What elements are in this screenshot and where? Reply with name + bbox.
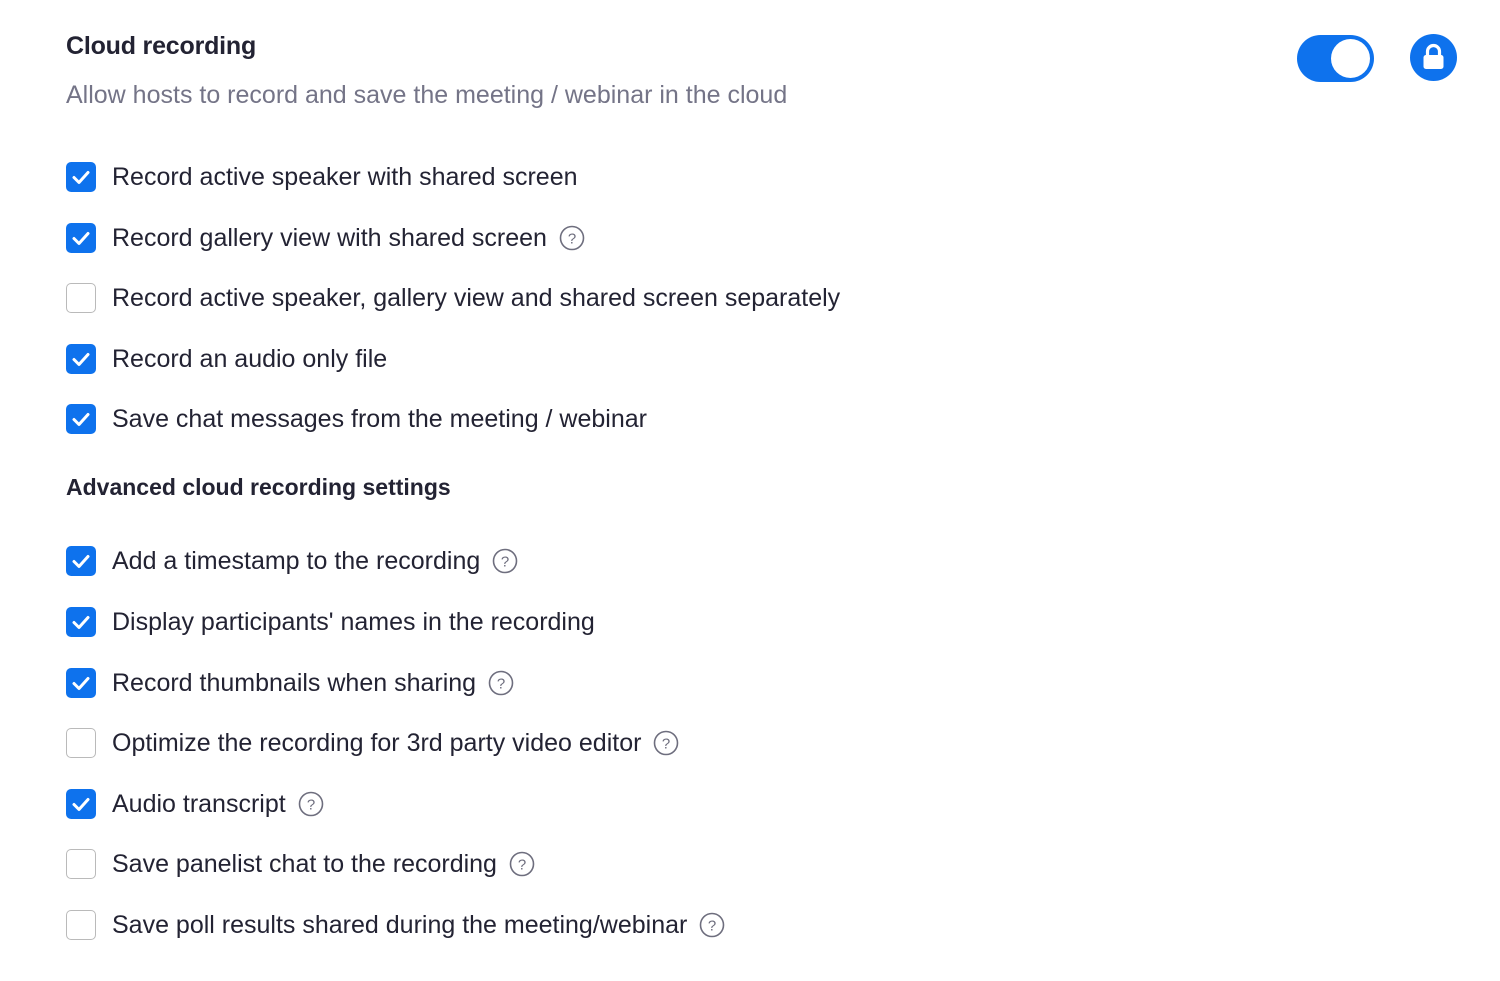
advanced-section-title: Advanced cloud recording settings (66, 474, 451, 500)
option-row[interactable]: Record gallery view with shared screen ? (66, 222, 585, 254)
checkmark-icon (72, 677, 90, 690)
setting-description: Allow hosts to record and save the meeti… (66, 81, 788, 109)
question-circle-icon[interactable]: ? (492, 548, 518, 574)
advanced-option-label: Save poll results shared during the meet… (112, 910, 688, 939)
question-circle-icon[interactable]: ? (653, 730, 679, 756)
advanced-option-label: Save panelist chat to the recording (112, 849, 497, 878)
advanced-option-row[interactable]: Save panelist chat to the recording ? (66, 848, 535, 880)
advanced-option-row[interactable]: Save poll results shared during the meet… (66, 909, 725, 941)
advanced-option-row[interactable]: Add a timestamp to the recording ? (66, 545, 518, 577)
option-checkbox[interactable] (66, 162, 96, 192)
toggle-knob (1331, 39, 1370, 78)
checkmark-icon (72, 555, 90, 568)
advanced-option-row[interactable]: Audio transcript ? (66, 788, 324, 820)
advanced-option-checkbox[interactable] (66, 910, 96, 940)
checkmark-icon (72, 232, 90, 245)
option-row[interactable]: Record active speaker with shared screen (66, 161, 578, 193)
question-circle-icon[interactable]: ? (298, 791, 324, 817)
checkmark-icon (72, 171, 90, 184)
advanced-option-label: Add a timestamp to the recording (112, 546, 481, 575)
option-row[interactable]: Save chat messages from the meeting / we… (66, 403, 647, 435)
svg-text:?: ? (307, 797, 315, 814)
advanced-option-label: Optimize the recording for 3rd party vid… (112, 728, 642, 757)
option-checkbox[interactable] (66, 344, 96, 374)
option-label: Record an audio only file (112, 344, 388, 373)
option-row[interactable]: Record active speaker, gallery view and … (66, 282, 840, 314)
question-circle-icon[interactable]: ? (509, 851, 535, 877)
checkmark-icon (72, 353, 90, 366)
svg-text:?: ? (518, 857, 526, 874)
option-checkbox[interactable] (66, 283, 96, 313)
setting-title: Cloud recording (66, 32, 257, 60)
advanced-option-checkbox[interactable] (66, 546, 96, 576)
svg-text:?: ? (662, 736, 670, 753)
advanced-option-label: Record thumbnails when sharing (112, 668, 477, 697)
checkmark-icon (72, 798, 90, 811)
option-label: Record active speaker, gallery view and … (112, 283, 841, 312)
option-row[interactable]: Record an audio only file (66, 343, 387, 375)
option-label: Record gallery view with shared screen (112, 223, 547, 252)
advanced-option-row[interactable]: Display participants' names in the recor… (66, 606, 595, 638)
advanced-option-checkbox[interactable] (66, 789, 96, 819)
advanced-option-label: Display participants' names in the recor… (112, 607, 595, 636)
cloud-recording-toggle[interactable] (1297, 35, 1374, 82)
lock-button[interactable] (1410, 34, 1457, 81)
advanced-option-row[interactable]: Optimize the recording for 3rd party vid… (66, 727, 679, 759)
advanced-option-checkbox[interactable] (66, 728, 96, 758)
svg-text:?: ? (708, 918, 716, 935)
option-checkbox[interactable] (66, 404, 96, 434)
svg-text:?: ? (497, 676, 505, 693)
advanced-option-label: Audio transcript (112, 789, 286, 818)
question-circle-icon[interactable]: ? (699, 912, 725, 938)
checkmark-icon (72, 616, 90, 629)
advanced-option-checkbox[interactable] (66, 849, 96, 879)
cloud-recording-settings: Cloud recording Allow hosts to record an… (0, 0, 1500, 981)
question-circle-icon[interactable]: ? (488, 670, 514, 696)
question-circle-icon[interactable]: ? (559, 225, 585, 251)
option-label: Save chat messages from the meeting / we… (112, 404, 647, 433)
advanced-option-checkbox[interactable] (66, 607, 96, 637)
option-checkbox[interactable] (66, 223, 96, 253)
option-label: Record active speaker with shared screen (112, 162, 578, 191)
checkmark-icon (72, 413, 90, 426)
advanced-option-row[interactable]: Record thumbnails when sharing ? (66, 667, 514, 699)
svg-text:?: ? (568, 231, 576, 248)
svg-text:?: ? (501, 554, 509, 571)
advanced-option-checkbox[interactable] (66, 668, 96, 698)
lock-icon (1423, 43, 1444, 69)
